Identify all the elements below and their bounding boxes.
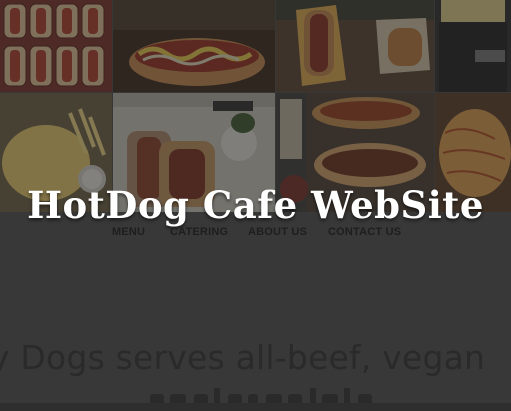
nav-item-catering[interactable]: CATERING — [170, 226, 228, 238]
nav-item-menu[interactable]: MENU — [112, 226, 145, 238]
site-title: HotDog Cafe WebSite — [27, 183, 484, 227]
intro-text: y Dogs serves all-beef, vegan — [0, 338, 486, 377]
main-nav: MENU CATERING ABOUT US CONTACT US — [0, 226, 511, 242]
bottom-strip — [0, 403, 511, 411]
nav-item-about-us[interactable]: ABOUT US — [248, 226, 307, 238]
nav-item-contact-us[interactable]: CONTACT US — [328, 226, 401, 238]
page: HotDog Cafe WebSite MENU CATERING ABOUT … — [0, 0, 511, 411]
